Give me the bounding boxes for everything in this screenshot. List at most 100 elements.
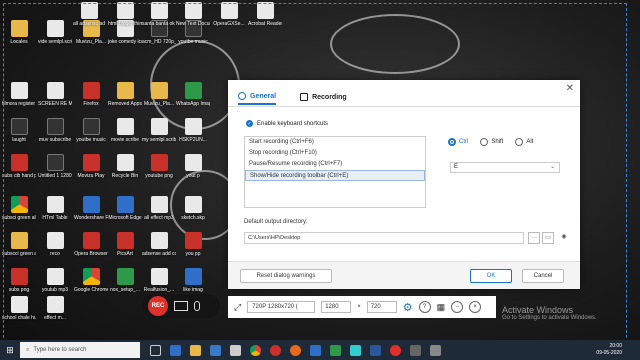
desktop-icon[interactable]: subscci green all_files bbox=[2, 232, 36, 272]
desktop-icon[interactable]: Untitled 1 1280x720... bbox=[38, 154, 72, 194]
enable-shortcuts-checkbox[interactable]: ✓ Enable keyboard shortcuts bbox=[246, 120, 328, 127]
file-icon bbox=[116, 2, 134, 19]
desktop-icon[interactable]: reco bbox=[38, 232, 72, 272]
webcam-icon[interactable] bbox=[174, 301, 188, 311]
desktop-icon[interactable]: all adsensc ad bbox=[72, 2, 106, 32]
minimize-icon[interactable]: − bbox=[451, 301, 464, 313]
desktop-icon[interactable]: Acrobat Reader DC bbox=[248, 2, 282, 32]
desktop-icon[interactable]: laught bbox=[2, 118, 36, 158]
word-icon[interactable] bbox=[370, 344, 381, 356]
reset-warnings-button[interactable]: Reset dialog warnings bbox=[240, 269, 332, 283]
tab-recording[interactable]: Recording bbox=[300, 92, 347, 105]
desktop-icon[interactable]: Movizu Play bbox=[74, 154, 108, 194]
desktop-icon[interactable]: OperaGXSe... bbox=[212, 2, 246, 32]
desktop-icon[interactable]: Locales bbox=[2, 20, 36, 60]
desktop-icon[interactable]: school chale hum bbox=[2, 296, 36, 336]
width-input[interactable]: 1280 bbox=[321, 301, 352, 313]
opera-icon[interactable] bbox=[270, 344, 281, 356]
modifier-ctrl[interactable]: Ctrl bbox=[448, 138, 468, 146]
gear-icon[interactable]: ⚙ bbox=[403, 301, 413, 314]
desktop-icon[interactable]: filmora register code bbox=[2, 82, 36, 122]
desktop-icon[interactable]: nox_setup_... bbox=[108, 268, 142, 308]
edge-icon[interactable] bbox=[170, 344, 181, 356]
firefox-icon[interactable] bbox=[290, 344, 301, 356]
tab-general[interactable]: General bbox=[238, 92, 277, 105]
app-icon[interactable] bbox=[330, 344, 341, 356]
file-icon bbox=[150, 196, 168, 213]
desktop-icon[interactable]: vide semlpl.scribe bbox=[38, 20, 72, 60]
shortcut-item[interactable]: Stop recording (Ctrl+F10) bbox=[245, 148, 425, 159]
mail-icon[interactable] bbox=[230, 344, 241, 356]
output-dir-input[interactable]: C:\Users\HP\Desktop bbox=[244, 232, 524, 244]
help-icon[interactable]: ? bbox=[418, 301, 431, 313]
desktop-icon[interactable]: html bloger thims me bbox=[108, 2, 142, 32]
desktop-icon-label: nox_setup_... bbox=[109, 287, 141, 293]
desktop-icon[interactable]: WhatsApp Image 2020... bbox=[176, 82, 210, 122]
desktop-icon[interactable]: PicsArt bbox=[108, 232, 142, 272]
resolution-select[interactable]: 720P 1280x720 ( bbox=[247, 301, 316, 313]
desktop-icon[interactable]: you pp bbox=[176, 232, 210, 272]
shortcut-item[interactable]: Pause/Resume recording (Ctrl+F7) bbox=[245, 159, 425, 170]
desktop-icon[interactable]: Google Chrome bbox=[74, 268, 108, 308]
app-icon[interactable] bbox=[430, 344, 441, 356]
desktop-icon[interactable]: adsense add code bbox=[142, 232, 176, 272]
desktop-icon[interactable]: santa banta ok filmora bbox=[142, 2, 176, 32]
desktop-icon[interactable]: subsci green all bbox=[2, 196, 36, 236]
desktop-icon[interactable]: youtbe music bbox=[74, 118, 108, 158]
desktop-icon[interactable]: all effect mp3 bbox=[142, 196, 176, 236]
modifier-shift[interactable]: Shift bbox=[480, 138, 503, 146]
target-icon[interactable]: ◉ bbox=[558, 232, 570, 244]
desktop-icon[interactable]: youtube png bbox=[142, 154, 176, 194]
microphone-icon[interactable] bbox=[194, 301, 200, 311]
desktop-icon-label: Movizu Play bbox=[77, 173, 105, 179]
desktop-icon[interactable]: yout p bbox=[176, 154, 210, 194]
start-button[interactable]: ⊞ bbox=[0, 340, 20, 360]
desktop-icon[interactable]: SCREEN RE MP3 bbox=[38, 82, 72, 122]
photos-icon[interactable] bbox=[310, 344, 321, 356]
desktop-icon[interactable]: HTml Table bbox=[38, 196, 72, 236]
taskbar-search[interactable]: ⌕ Type here to search bbox=[20, 342, 140, 358]
apps-icon[interactable]: ▦ bbox=[437, 302, 446, 313]
key-select[interactable]: E ⌄ bbox=[450, 162, 560, 173]
desktop-icon[interactable]: subs cib hand png bbox=[2, 154, 36, 194]
task-view-icon[interactable] bbox=[150, 344, 161, 356]
chrome-icon[interactable] bbox=[250, 344, 261, 356]
desktop-icon[interactable]: Firefox bbox=[74, 82, 108, 122]
ok-button[interactable]: OK bbox=[470, 269, 512, 283]
desktop-icon[interactable]: effect m... bbox=[38, 296, 72, 336]
desktop-icon[interactable]: muv subscribe bbox=[38, 118, 72, 158]
desktop-icon[interactable]: Opera Browser bbox=[74, 232, 108, 272]
desktop-icon-label: Recycle Bin bbox=[111, 173, 139, 179]
file-icon bbox=[46, 268, 64, 285]
recorder-icon[interactable] bbox=[390, 344, 401, 356]
desktop-icon[interactable]: HSKP2UN... bbox=[176, 118, 210, 158]
clock[interactable]: 20:00 09-05-2020 bbox=[596, 343, 622, 357]
height-input[interactable]: 720 bbox=[366, 301, 397, 313]
desktop-icon-label: HSKP2UN... bbox=[179, 137, 207, 143]
filmora-icon[interactable] bbox=[350, 344, 361, 356]
record-button[interactable]: REC bbox=[148, 296, 168, 316]
desktop-icon[interactable]: sketch.skp bbox=[176, 196, 210, 236]
store-icon[interactable] bbox=[210, 344, 221, 356]
settings-icon[interactable] bbox=[410, 344, 421, 356]
desktop-icon[interactable]: my semlpl.scribe bbox=[142, 118, 176, 158]
fullscreen-icon[interactable]: ⤢ bbox=[234, 302, 241, 313]
close-toolbar-icon[interactable]: × bbox=[469, 301, 482, 313]
file-explorer-icon[interactable] bbox=[190, 344, 201, 356]
desktop-icon[interactable]: Removed Apps bbox=[108, 82, 142, 122]
clock-date: 09-05-2020 bbox=[596, 350, 622, 356]
desktop-icon[interactable]: Microsoft Edge bbox=[108, 196, 142, 236]
desktop-icon[interactable]: movie scribe bbox=[108, 118, 142, 158]
shortcut-item-selected[interactable]: Show/Hide recording toolbar (Ctrl+E) bbox=[245, 170, 425, 181]
modifier-alt[interactable]: Alt bbox=[515, 138, 533, 146]
cancel-button[interactable]: Cancel bbox=[522, 269, 564, 283]
desktop-icon[interactable]: New Text Document bbox=[176, 2, 210, 32]
desktop-icon[interactable]: Wondershare Filmora9 bbox=[74, 196, 108, 236]
desktop-icon[interactable]: Muvizu_Pla... bbox=[142, 82, 176, 122]
folder-icon[interactable]: ▭ bbox=[542, 232, 554, 244]
dialog-footer: Reset dialog warnings OK Cancel bbox=[228, 261, 580, 289]
shortcut-item[interactable]: Start recording (Ctrl+F6) bbox=[245, 137, 425, 148]
close-icon[interactable]: ✕ bbox=[566, 83, 574, 94]
desktop-icon[interactable]: Recycle Bin bbox=[108, 154, 142, 194]
more-options-button[interactable]: ··· bbox=[528, 232, 540, 244]
